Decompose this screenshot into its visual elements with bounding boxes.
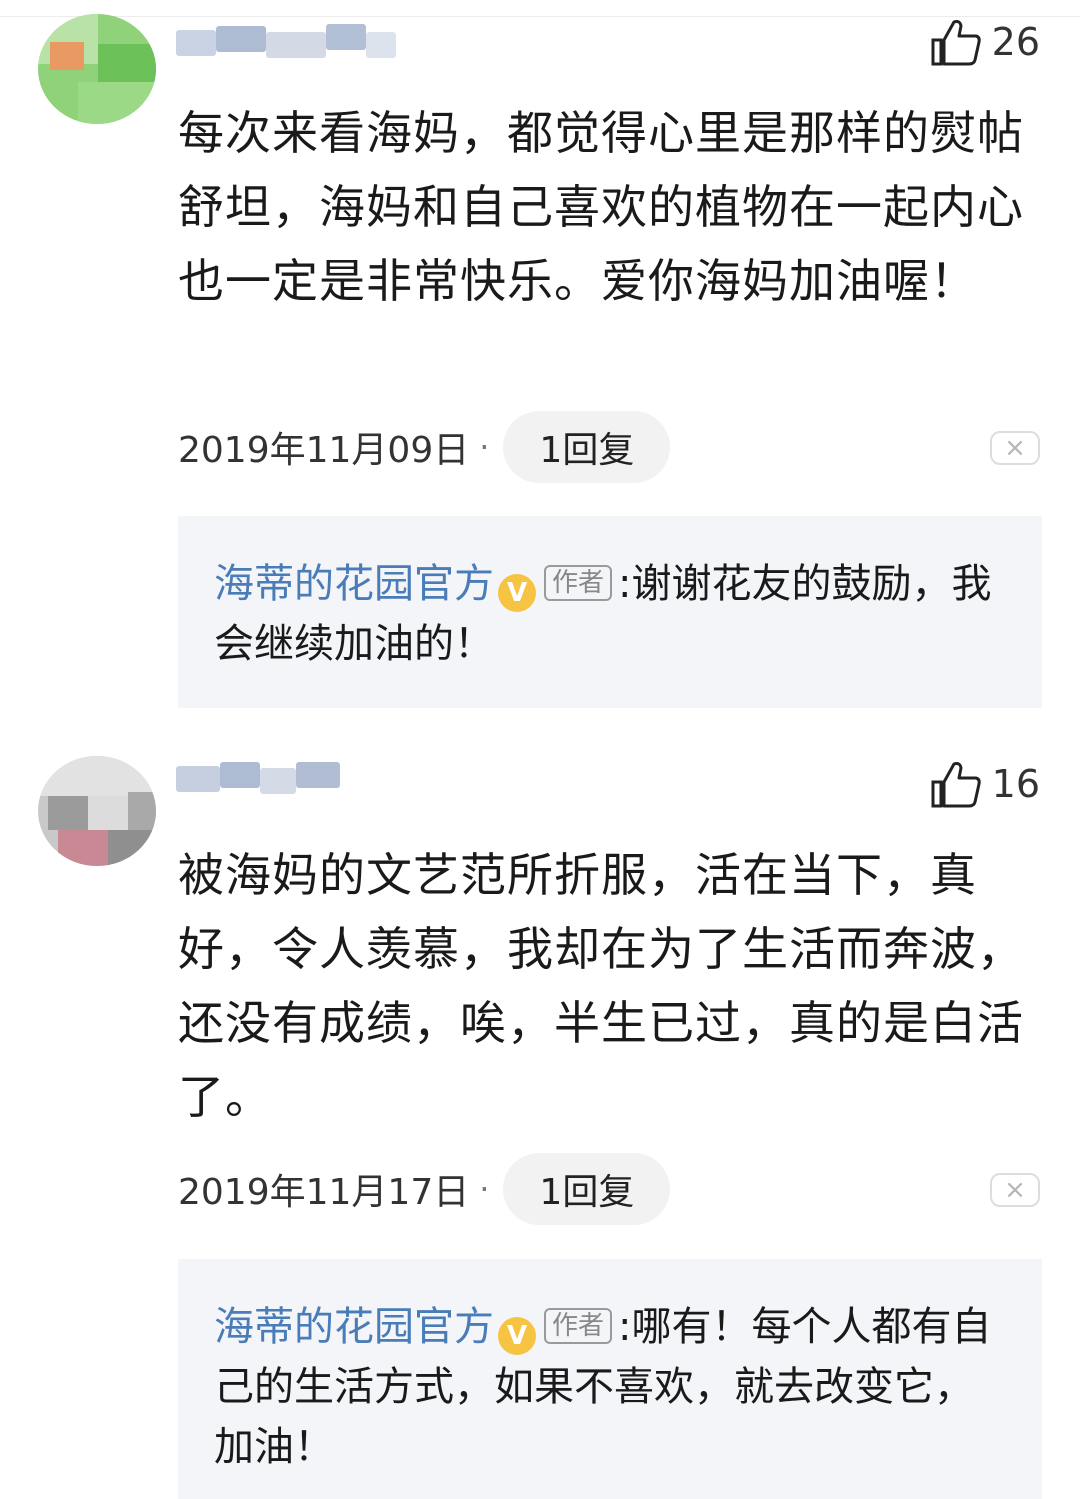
author-role-tag: 作者	[544, 1308, 613, 1344]
reply-box: 海蒂的花园官方 V 作者:哪有！每个人都有自己的生活方式，如果不喜欢，就去改变它，加…	[178, 1259, 1042, 1499]
author-role-tag: 作者	[544, 565, 613, 601]
thumbs-up-icon	[931, 20, 981, 66]
reply-author[interactable]: 海蒂的花园官方	[214, 561, 494, 607]
thumbs-up-icon	[931, 762, 981, 808]
avatar[interactable]	[38, 14, 156, 124]
comment-date: 2019年11月17日	[178, 1172, 470, 1213]
reply-count-button[interactable]: 1回复	[503, 1153, 671, 1225]
close-icon[interactable]: ×	[990, 431, 1040, 465]
like-count: 16	[991, 762, 1040, 806]
like-button[interactable]: 26	[930, 18, 1040, 66]
verified-badge-icon: V	[498, 1317, 536, 1355]
like-button[interactable]: 16	[930, 760, 1040, 808]
comment-meta: 2019年11月17日 · 1回复	[178, 1153, 671, 1225]
meta-separator: ·	[479, 1170, 490, 1208]
like-count: 26	[991, 20, 1040, 64]
meta-separator: ·	[479, 428, 490, 466]
reply-author[interactable]: 海蒂的花园官方	[214, 1304, 494, 1350]
close-icon[interactable]: ×	[990, 1173, 1040, 1207]
reply-count-button[interactable]: 1回复	[503, 411, 671, 483]
comment-meta: 2019年11月09日 · 1回复	[178, 411, 671, 483]
comment-date: 2019年11月09日	[178, 430, 470, 471]
reply-separator: :	[618, 561, 632, 607]
reply-box: 海蒂的花园官方 V 作者:谢谢花友的鼓励，我会继续加油的！	[178, 516, 1042, 708]
comment-text: 每次来看海妈，都觉得心里是那样的熨帖舒坦，海妈和自己喜欢的植物在一起内心也一定是…	[178, 106, 1024, 308]
reply-separator: :	[618, 1304, 632, 1350]
top-divider	[0, 16, 1080, 17]
username-blurred[interactable]	[176, 18, 396, 68]
verified-badge-icon: V	[498, 574, 536, 612]
username-blurred[interactable]	[176, 756, 396, 806]
avatar[interactable]	[38, 756, 156, 866]
comment-text: 被海妈的文艺范所折服，活在当下，真好，令人羡慕，我却在为了生活而奔波，还没有成绩…	[178, 848, 1024, 1124]
